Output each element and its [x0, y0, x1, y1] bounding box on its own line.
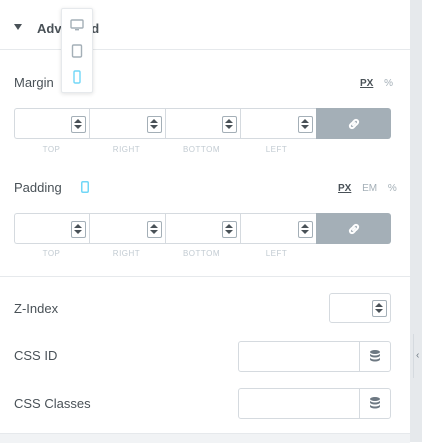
spinner-icon[interactable]	[372, 300, 387, 317]
desktop-icon[interactable]	[70, 18, 84, 32]
spinner-icon[interactable]	[297, 221, 313, 238]
link-icon	[348, 223, 359, 235]
spinner-icon[interactable]	[222, 116, 238, 133]
spinner-icon[interactable]	[71, 221, 87, 238]
link-icon	[348, 118, 359, 130]
padding-link-button[interactable]	[315, 213, 392, 244]
margin-left-input[interactable]	[240, 108, 316, 139]
database-icon	[370, 397, 380, 409]
margin-bottom-input[interactable]	[164, 108, 241, 139]
padding-unit-em[interactable]: EM	[362, 183, 377, 194]
css-classes-label: CSS Classes	[14, 396, 91, 411]
margin-label: Margin	[14, 75, 54, 90]
padding-left-input[interactable]	[240, 213, 316, 244]
padding-unit-px[interactable]: PX	[338, 183, 351, 194]
padding-units: PX EM %	[330, 183, 397, 194]
mobile-icon[interactable]	[70, 70, 84, 84]
padding-bottom-input[interactable]	[164, 213, 241, 244]
spinner-icon[interactable]	[222, 221, 238, 238]
margin-top-input[interactable]	[14, 108, 90, 139]
spinner-icon[interactable]	[71, 116, 87, 133]
padding-dimensions	[14, 213, 392, 244]
dim-label-left: LEFT	[265, 249, 288, 258]
spinner-icon[interactable]	[297, 116, 313, 133]
database-icon	[370, 350, 380, 362]
css-classes-input[interactable]	[238, 388, 391, 419]
margin-right-input[interactable]	[89, 108, 165, 139]
collapse-panel-handle[interactable]: ‹	[413, 334, 422, 378]
dim-label-left: LEFT	[265, 145, 288, 154]
padding-unit-percent[interactable]: %	[388, 183, 397, 194]
dim-label-top: TOP	[42, 249, 61, 258]
padding-top-input[interactable]	[14, 213, 90, 244]
divider	[0, 276, 410, 277]
dim-label-bottom: BOTTOM	[182, 145, 221, 154]
css-id-label: CSS ID	[14, 348, 58, 363]
z-index-input[interactable]	[329, 293, 391, 323]
padding-right-input[interactable]	[89, 213, 165, 244]
chevron-left-icon: ‹	[416, 350, 420, 361]
margin-units: PX %	[352, 78, 393, 89]
tablet-icon[interactable]	[70, 44, 84, 58]
spinner-icon[interactable]	[146, 116, 162, 133]
dynamic-tags-button[interactable]	[359, 342, 390, 371]
dim-label-right: RIGHT	[112, 249, 141, 258]
dim-label-top: TOP	[42, 145, 61, 154]
dynamic-tags-button[interactable]	[359, 389, 390, 418]
padding-label: Padding	[14, 180, 62, 195]
device-switcher-dropdown	[61, 8, 93, 93]
dim-label-right: RIGHT	[112, 145, 141, 154]
mobile-icon[interactable]	[81, 181, 89, 193]
dim-label-bottom: BOTTOM	[182, 249, 221, 258]
margin-unit-px[interactable]: PX	[360, 78, 373, 89]
margin-dim-labels: TOP RIGHT BOTTOM LEFT	[14, 145, 315, 154]
css-id-input[interactable]	[238, 341, 391, 372]
margin-link-button[interactable]	[315, 108, 392, 139]
padding-dim-labels: TOP RIGHT BOTTOM LEFT	[14, 249, 315, 258]
caret-down-icon	[14, 24, 22, 30]
margin-unit-percent[interactable]: %	[384, 78, 393, 89]
z-index-label: Z-Index	[14, 301, 59, 316]
margin-dimensions	[14, 108, 392, 139]
spinner-icon[interactable]	[146, 221, 162, 238]
panel: Advanced Margin PX %	[0, 0, 410, 443]
